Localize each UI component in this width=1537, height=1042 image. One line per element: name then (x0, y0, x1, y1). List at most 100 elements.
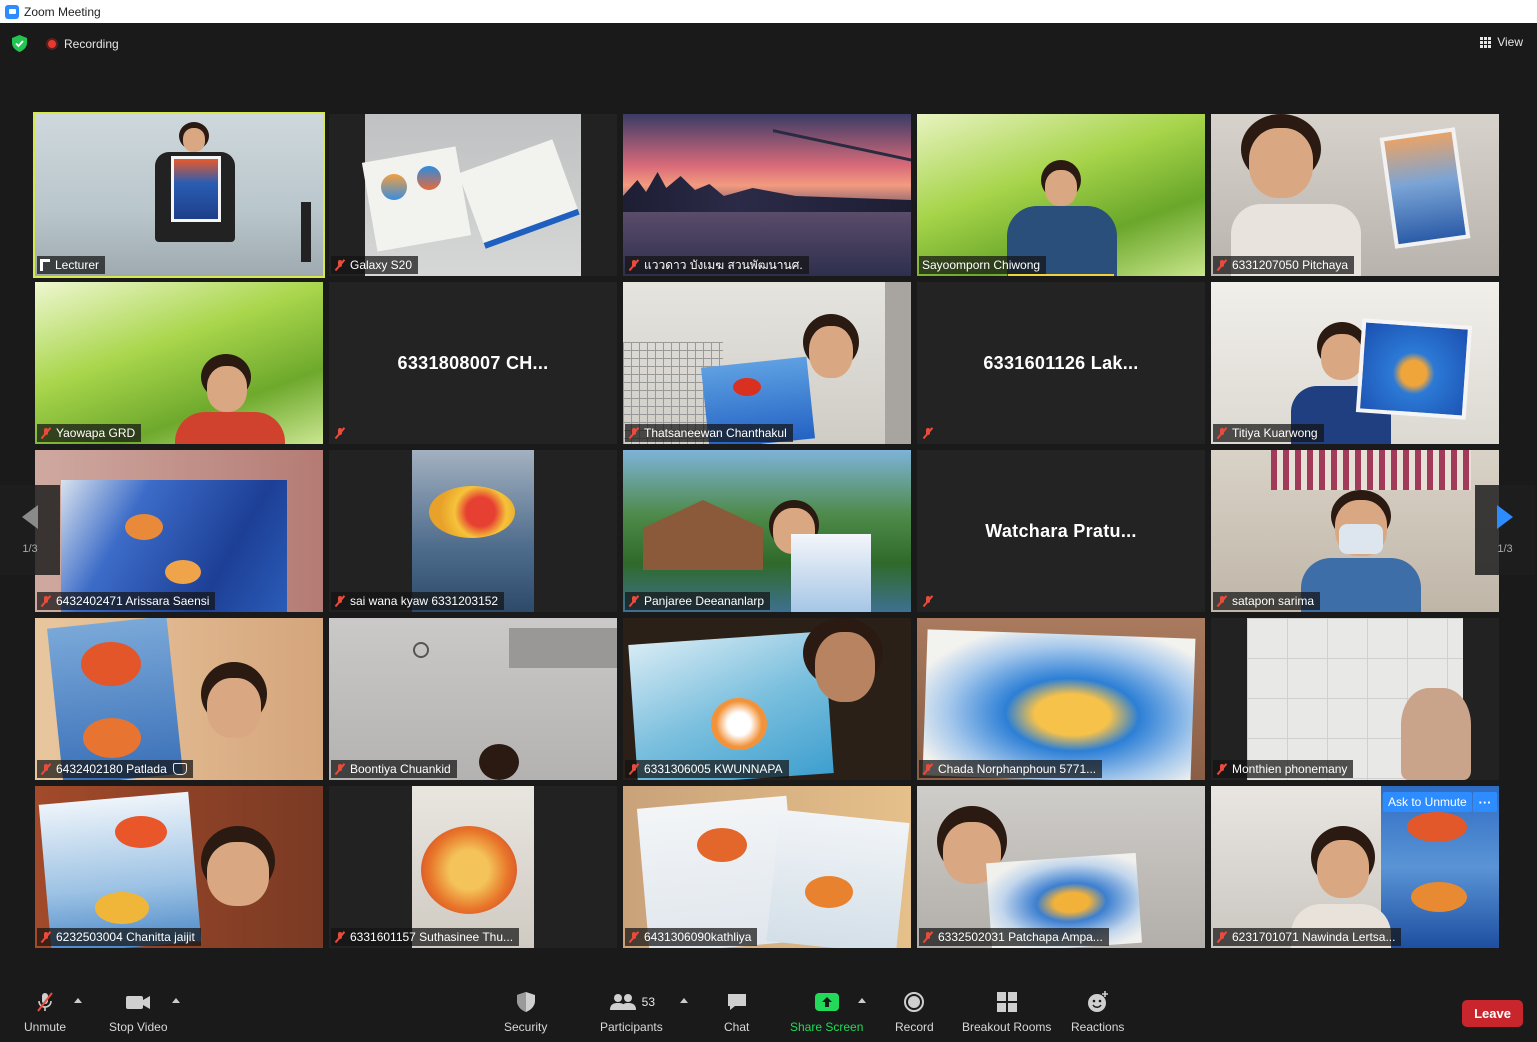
participant-name: Sayoomporn Chiwong (922, 258, 1041, 272)
participant-name: Boontiya Chuankid (350, 762, 451, 776)
participants-button[interactable]: 53 Participants (600, 990, 663, 1034)
video-feed (115, 816, 167, 848)
reactions-button[interactable]: Reactions (1071, 990, 1124, 1034)
record-label: Record (895, 1020, 934, 1034)
video-feed (711, 698, 767, 750)
muted-mic-icon (922, 595, 934, 607)
video-feed (35, 282, 323, 444)
video-tile[interactable]: Yaowapa GRD (35, 282, 323, 444)
page-indicator: 1/3 (1497, 543, 1513, 555)
video-feed (1249, 128, 1313, 198)
video-tile[interactable]: Galaxy S20 (329, 114, 617, 276)
share-options-caret-icon[interactable] (858, 998, 866, 1003)
participant-name: Chada Norphanphoun 5771... (938, 762, 1097, 776)
video-feed (417, 166, 441, 190)
participant-name: Monthien phonemany (1232, 762, 1348, 776)
muted-mic-icon (1216, 931, 1228, 943)
participant-nametag: Panjaree Deeananlarp (625, 592, 771, 610)
audio-options-caret-icon[interactable] (74, 998, 82, 1003)
view-button[interactable]: View (1480, 35, 1523, 49)
participant-name: 6331306005 KWUNNAPA (644, 762, 783, 776)
video-tile[interactable]: satapon sarima (1211, 450, 1499, 612)
video-tile[interactable]: 6331601157 Suthasinee Thu... (329, 786, 617, 948)
muted-mic-icon (334, 259, 346, 271)
video-feed (733, 378, 761, 396)
participant-nametag: 6432402471 Arissara Saensi (37, 592, 216, 610)
muted-mic-icon (1216, 763, 1228, 775)
video-tile[interactable]: 6331601126 Lak... (917, 282, 1205, 444)
participant-nametag: Chada Norphanphoun 5771... (919, 760, 1103, 778)
stop-video-label: Stop Video (109, 1020, 168, 1034)
participant-nametag: 6432402180 Patlada (37, 760, 193, 778)
video-tile[interactable]: 6331808007 CH... (329, 282, 617, 444)
video-tile[interactable]: Ask to Unmute ··· 6231701071 Nawinda Ler… (1211, 786, 1499, 948)
video-tile[interactable]: sai wana kyaw 6331203152 (329, 450, 617, 612)
video-tile[interactable]: Boontiya Chuankid (329, 618, 617, 780)
muted-mic-icon (334, 427, 346, 439)
video-feed (1355, 318, 1473, 420)
participant-name: 6331207050 Pitchaya (1232, 258, 1349, 272)
participant-nametag: sai wana kyaw 6331203152 (331, 592, 505, 610)
meeting-area: Recording View Lecturer Galaxy S20 แววดา… (0, 23, 1537, 980)
participant-nametag: satapon sarima (1213, 592, 1321, 610)
video-tile[interactable]: Chada Norphanphoun 5771... (917, 618, 1205, 780)
video-tile[interactable]: 6432402180 Patlada (35, 618, 323, 780)
stop-video-button[interactable]: Stop Video (109, 990, 168, 1034)
meeting-topbar: Recording View (0, 23, 1537, 63)
video-feed (361, 146, 472, 252)
video-tile[interactable]: Sayoomporn Chiwong (917, 114, 1205, 276)
unmute-button[interactable]: Unmute (24, 990, 66, 1034)
participant-name: Panjaree Deeananlarp (644, 594, 765, 608)
video-tile[interactable]: 6332502031 Patchapa Ampa... (917, 786, 1205, 948)
muted-mic-icon (334, 931, 346, 943)
muted-mic-icon (628, 595, 640, 607)
video-tile[interactable]: Monthien phonemany (1211, 618, 1499, 780)
video-tile[interactable]: Panjaree Deeananlarp (623, 450, 911, 612)
next-page-button[interactable]: 1/3 (1475, 485, 1535, 575)
video-tile[interactable]: 6331306005 KWUNNAPA (623, 618, 911, 780)
video-tile[interactable]: Titiya Kuarwong (1211, 282, 1499, 444)
participant-nametag: Thatsaneewan Chanthakul (625, 424, 793, 442)
video-feed (1321, 334, 1363, 380)
video-feed (1401, 688, 1471, 780)
video-tile[interactable]: 6232503004 Chanitta jaijit (35, 786, 323, 948)
video-feed (95, 892, 149, 924)
video-tile[interactable]: 6431306090kathliya (623, 786, 911, 948)
chat-button[interactable]: Chat (724, 990, 749, 1034)
ask-to-unmute-button[interactable]: Ask to Unmute (1383, 792, 1472, 812)
participant-nametag: 6232503004 Chanitta jaijit (37, 928, 201, 946)
video-tile[interactable]: แววดาว บังเมฆ สวนพัฒนานศ. (623, 114, 911, 276)
leave-button[interactable]: Leave (1462, 1000, 1523, 1027)
video-feed (791, 534, 871, 612)
video-feed (207, 842, 269, 906)
security-shield-icon (515, 990, 537, 1014)
participant-name: 6331601157 Suthasinee Thu... (350, 930, 514, 944)
more-options-button[interactable]: ··· (1473, 792, 1497, 812)
participants-options-caret-icon[interactable] (680, 998, 688, 1003)
video-tile-lecturer[interactable]: Lecturer (33, 112, 325, 278)
video-tile[interactable]: 6432402471 Arissara Saensi (35, 450, 323, 612)
chat-label: Chat (724, 1020, 750, 1034)
participant-nametag: 6231701071 Nawinda Lertsa... (1213, 928, 1402, 946)
muted-mic-icon (40, 595, 52, 607)
breakout-rooms-button[interactable]: Breakout Rooms (962, 990, 1051, 1034)
participant-name: satapon sarima (1232, 594, 1315, 608)
recording-indicator[interactable]: Recording (46, 37, 119, 51)
participant-name: 6431306090kathliya (644, 930, 752, 944)
video-feed (1407, 812, 1467, 842)
video-feed (1271, 450, 1471, 490)
page-indicator: 1/3 (22, 543, 38, 555)
security-button[interactable]: Security (504, 990, 547, 1034)
previous-page-button[interactable]: 1/3 (0, 485, 60, 575)
video-tile[interactable]: Watchara Pratu... (917, 450, 1205, 612)
muted-mic-icon (40, 427, 52, 439)
video-tile[interactable]: Thatsaneewan Chanthakul (623, 282, 911, 444)
video-feed (381, 174, 407, 200)
record-button[interactable]: Record (895, 990, 934, 1034)
share-screen-button[interactable]: Share Screen (790, 990, 863, 1034)
video-feed (125, 514, 163, 540)
video-options-caret-icon[interactable] (172, 998, 180, 1003)
encryption-shield-icon[interactable] (12, 35, 27, 52)
video-tile[interactable]: 6331207050 Pitchaya (1211, 114, 1499, 276)
muted-mic-icon (1216, 595, 1228, 607)
